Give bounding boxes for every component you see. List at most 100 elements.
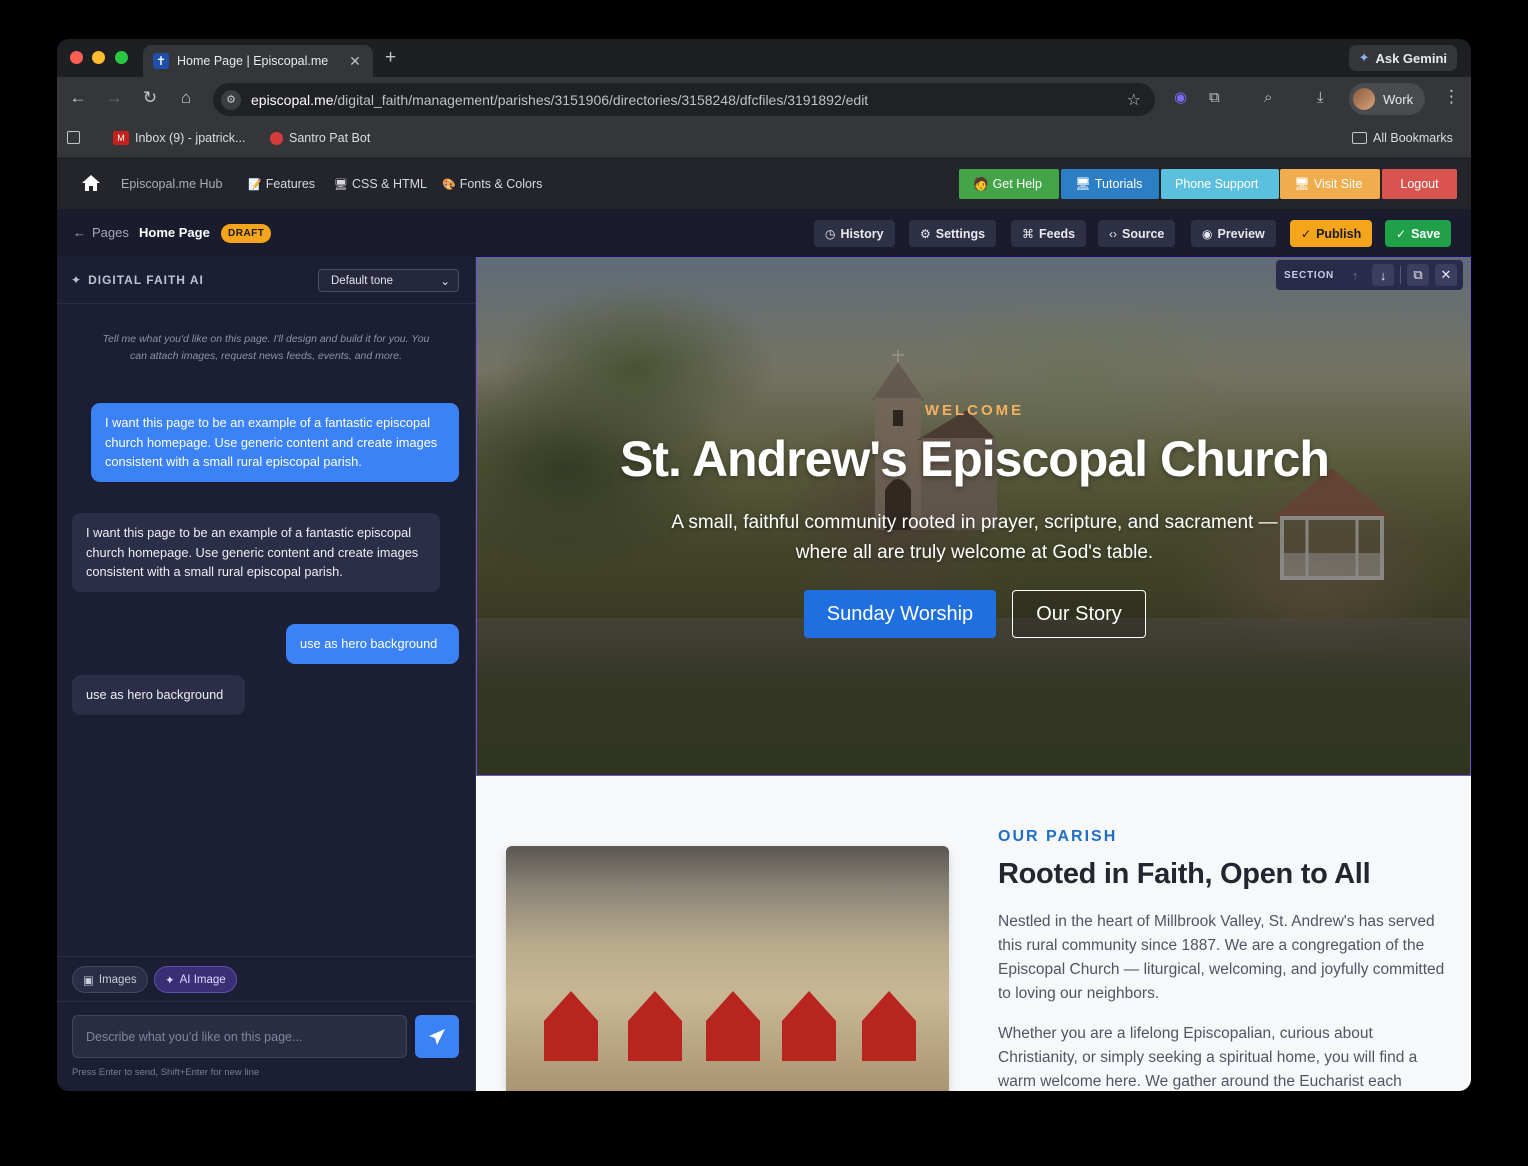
- cross-icon: ✝: [153, 53, 169, 69]
- apps-grid-icon[interactable]: [67, 131, 80, 144]
- page-preview: WELCOME St. Andrew's Episcopal Church A …: [476, 257, 1471, 1091]
- feeds-button[interactable]: ⌘ Feeds: [1011, 220, 1087, 247]
- puzzle-extensions-icon[interactable]: ⧉: [1209, 89, 1220, 107]
- source-button[interactable]: ‹› Source: [1098, 220, 1176, 247]
- bot-icon: [270, 131, 283, 145]
- back-to-pages-link[interactable]: ← Pages: [73, 225, 129, 240]
- avatar: [1353, 88, 1375, 110]
- status-badge: DRAFT: [221, 224, 272, 243]
- back-arrow-icon[interactable]: ←: [67, 88, 89, 108]
- tab-title: Home Page | Episcopal.me: [177, 54, 329, 68]
- gmail-icon: M: [113, 131, 129, 145]
- download-icon[interactable]: ⤓: [1317, 89, 1324, 107]
- parish-image: [506, 846, 949, 1091]
- hub-link[interactable]: Episcopal.me Hub: [121, 177, 222, 191]
- our-story-button[interactable]: Our Story: [1012, 590, 1146, 638]
- profile-button[interactable]: Work: [1349, 83, 1426, 115]
- browser-toolbar: ← → ↻ ⌂ ⚙ episcopal.me/digital_faith/man…: [57, 77, 1471, 121]
- back-arrow-icon: ←: [73, 225, 86, 240]
- parish-paragraph: Nestled in the heart of Millbrook Valley…: [998, 913, 1445, 1002]
- profile-label: Work: [1383, 91, 1414, 107]
- bookmarks-bar: M Inbox (9) - jpatrick... Santro Pat Bot…: [57, 121, 1471, 158]
- bookmark-inbox[interactable]: M Inbox (9) - jpatrick...: [113, 131, 245, 145]
- browser-window: ✝ Home Page | Episcopal.me ✕ + ✦ Ask Gem…: [57, 39, 1471, 1091]
- browser-tab[interactable]: ✝ Home Page | Episcopal.me ✕: [143, 45, 373, 77]
- parish-paragraph: Whether you are a lifelong Episcopalian,…: [998, 1025, 1418, 1090]
- check-icon: ✓: [1301, 226, 1312, 241]
- chat-message-user: I want this page to be an example of a f…: [91, 403, 459, 482]
- folder-icon: [1352, 132, 1367, 144]
- bookmark-star-icon[interactable]: ☆: [1127, 90, 1141, 110]
- ask-gemini-button[interactable]: ✦ Ask Gemini: [1348, 45, 1457, 71]
- logout-button[interactable]: Logout: [1382, 169, 1457, 199]
- save-button[interactable]: ✓ Save: [1385, 220, 1452, 247]
- reload-icon[interactable]: ↻: [139, 88, 161, 108]
- history-icon: ◷: [825, 226, 836, 241]
- preview-button[interactable]: ◉ Preview: [1191, 220, 1276, 247]
- home-icon[interactable]: [81, 173, 101, 193]
- editor-toolbar: ← Pages Home Page DRAFT ◷ History ⚙ Setting…: [57, 209, 1471, 257]
- sunday-worship-button[interactable]: Sunday Worship: [804, 590, 996, 638]
- tutorials-button[interactable]: 🖥 Tutorials: [1061, 169, 1159, 199]
- chevron-down-icon: ⌄: [440, 275, 450, 288]
- publish-button[interactable]: ✓ Publish: [1290, 220, 1373, 247]
- move-up-icon[interactable]: ↑: [1344, 264, 1366, 286]
- section-label: SECTION: [1284, 269, 1335, 281]
- address-bar[interactable]: ⚙ episcopal.me/digital_faith/management/…: [213, 83, 1155, 116]
- chat-message-ai: use as hero background: [72, 675, 245, 715]
- send-button[interactable]: [415, 1015, 459, 1058]
- ai-image-chip[interactable]: ✦ AI Image: [154, 966, 237, 993]
- get-help-button[interactable]: 🧑 Get Help: [959, 169, 1059, 199]
- hero-eyebrow: WELCOME: [924, 402, 1025, 419]
- tab-search-icon[interactable]: ⌕: [1264, 89, 1272, 107]
- visit-site-button[interactable]: 🖥 Visit Site: [1280, 169, 1380, 199]
- send-hint: Press Enter to send, Shift+Enter for new…: [72, 1067, 260, 1078]
- tone-select[interactable]: Default tone ⌄: [318, 269, 459, 292]
- rss-icon: ⌘: [1022, 226, 1034, 241]
- phone-support-button[interactable]: Phone Support: [1161, 169, 1279, 199]
- home-icon[interactable]: ⌂: [175, 88, 197, 108]
- chat-message-user: use as hero background: [286, 624, 459, 664]
- duplicate-icon[interactable]: ⧉: [1406, 264, 1429, 286]
- minimize-window-button[interactable]: [92, 51, 105, 64]
- zoom-window-button[interactable]: [115, 51, 128, 64]
- page-title: Home Page: [139, 225, 210, 240]
- ask-gemini-label: Ask Gemini: [1375, 50, 1447, 66]
- site-settings-icon[interactable]: ⚙: [221, 89, 241, 110]
- check-icon: ✓: [1396, 226, 1407, 241]
- chat-message-ai: I want this page to be an example of a f…: [72, 513, 440, 592]
- app-navbar: Episcopal.me Hub 📝 Features 🖥 CSS & HTML 🎨…: [57, 159, 1471, 209]
- images-chip[interactable]: ▣ Images: [72, 966, 148, 993]
- extension-icon[interactable]: ◉: [1174, 89, 1187, 107]
- chat-input[interactable]: Describe what you'd like on this page...: [72, 1015, 407, 1058]
- gear-icon: ⚙: [920, 226, 931, 241]
- all-bookmarks[interactable]: All Bookmarks: [1352, 131, 1453, 145]
- features-link[interactable]: 📝 Features: [248, 177, 315, 191]
- parish-title: Rooted in Faith, Open to All: [998, 858, 1371, 890]
- forward-arrow-icon[interactable]: →: [103, 88, 125, 108]
- move-down-icon[interactable]: ↓: [1372, 264, 1395, 286]
- ai-panel-header: ✦ DIGITAL FAITH AI Default tone ⌄: [57, 257, 476, 304]
- new-tab-button[interactable]: +: [385, 48, 396, 68]
- close-window-button[interactable]: [70, 51, 83, 64]
- ai-panel-title: DIGITAL FAITH AI: [88, 273, 204, 287]
- hero-title: St. Andrew's Episcopal Church: [620, 431, 1330, 487]
- settings-button[interactable]: ⚙ Settings: [909, 220, 997, 247]
- gemini-sparkle-icon: ✦: [1358, 50, 1370, 65]
- bookmark-santro[interactable]: Santro Pat Bot: [270, 131, 370, 145]
- ai-hint-text: Tell me what you'd like on this page. I'…: [102, 333, 430, 362]
- attachment-bar: ▣ Images ✦ AI Image: [57, 956, 476, 1002]
- url-text: episcopal.me/digital_faith/management/pa…: [251, 91, 869, 108]
- hero-section[interactable]: WELCOME St. Andrew's Episcopal Church A …: [476, 257, 1471, 776]
- sparkle-icon: ✦: [71, 273, 83, 287]
- image-icon: ▣: [83, 974, 94, 987]
- section-toolbar: SECTION ↑ ↓ ⧉ ✕: [1276, 260, 1463, 290]
- ai-chat-panel: ✦ DIGITAL FAITH AI Default tone ⌄ Tell me …: [57, 257, 476, 1091]
- close-icon[interactable]: ✕: [1434, 264, 1457, 286]
- history-button[interactable]: ◷ History: [814, 220, 895, 247]
- fonts-colors-link[interactable]: 🎨 Fonts & Colors: [442, 177, 542, 191]
- css-html-link[interactable]: 🖥 CSS & HTML: [334, 177, 427, 191]
- sparkle-icon: ✦: [165, 974, 175, 987]
- close-tab-icon[interactable]: ✕: [347, 53, 363, 70]
- more-menu-icon[interactable]: ⋮: [1443, 87, 1460, 107]
